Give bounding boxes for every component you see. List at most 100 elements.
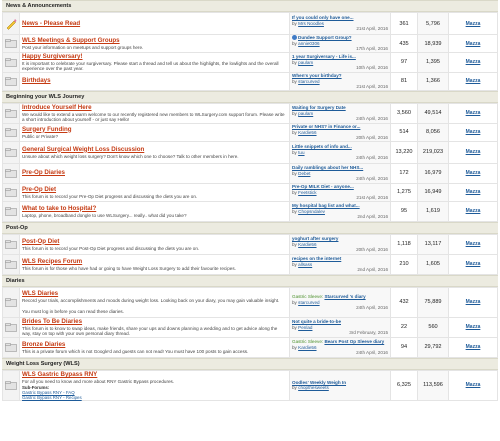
category-header[interactable]: Beginning your WLS Journey (2, 90, 498, 103)
moderator-link[interactable]: Mazza (448, 316, 498, 338)
last-post-title-link[interactable]: yoghurt after surgery (292, 236, 338, 241)
last-post: My hospital bag list and what... by Chops… (289, 200, 391, 222)
last-post-author-link[interactable]: starcurved (298, 79, 319, 84)
post-count: 29,792 (417, 336, 449, 358)
forum-title-link[interactable]: Happy Surgiversary! (22, 53, 287, 60)
forum-description: This forum is to know to swap ideas, mak… (22, 325, 278, 337)
moderator-link[interactable]: Mazza (448, 286, 498, 318)
last-post-author-link[interactable]: paulam (298, 60, 313, 65)
last-post-author-link[interactable]: Kardie56 (298, 130, 316, 135)
last-post-date: 3rd February, 2015 (349, 330, 388, 336)
forum-title-link[interactable]: WLS Recipes Forum (22, 258, 287, 265)
moderator-link[interactable]: Mazza (448, 102, 498, 124)
folder-icon (2, 52, 20, 73)
last-post-author-link[interactable]: Chopsndalev (298, 209, 325, 214)
last-post-author-link[interactable]: paulam (298, 111, 313, 116)
folder-icon (2, 233, 20, 255)
last-post-author-link[interactable]: Mrs Noodles (298, 21, 324, 26)
thread-prefix: Gastric Sleeve: (292, 293, 324, 299)
last-post-author-link[interactable]: Debet (298, 171, 310, 176)
last-post-author-link[interactable]: starcurved (298, 300, 319, 305)
last-post-author-link[interactable]: allsass (298, 262, 312, 267)
last-post-title-link[interactable]: My hospital bag list and what... (292, 203, 360, 208)
forum-info: WLS Gastric Bypass RNY For all you need t… (19, 369, 290, 401)
moderator-link[interactable]: Mazza (448, 253, 498, 275)
last-post-title-link[interactable]: Bears Post Op Sleeve diary (324, 339, 384, 344)
forum-title-link[interactable]: Brides To Be Diaries (22, 318, 287, 325)
forum-title-link[interactable]: Bronze Diaries (22, 341, 287, 348)
last-post-title-link[interactable]: Not quite a bride-to-be (292, 319, 341, 324)
moderator-link[interactable]: Mazza (448, 369, 498, 401)
category-header[interactable]: Weight Loss Surgery (WLS) (2, 357, 498, 370)
forum-info: Brides To Be Diaries This forum is to kno… (19, 316, 290, 338)
forum-title-link[interactable]: What to take to Hospital? (22, 205, 287, 212)
moderator-link[interactable]: Mazza (448, 233, 498, 255)
forum-title-link[interactable]: Pre-Op Diet (22, 186, 287, 193)
last-post-author-link[interactable]: chopthesweets (298, 385, 329, 390)
moderator-link[interactable]: Mazza (448, 200, 498, 222)
folder-icon (5, 169, 17, 178)
thread-count: 172 (390, 162, 418, 184)
post-count: 219,023 (417, 140, 449, 164)
moderator-link[interactable]: Mazza (448, 34, 498, 53)
last-post-author-link[interactable]: Kardie56 (298, 345, 316, 350)
last-post-title-link[interactable]: Starcurved 's diary (324, 294, 365, 299)
last-post-title-link[interactable]: Private or NHS? in Finance or... (292, 124, 360, 129)
last-post-title-link[interactable]: Waiting for Surgery Date (292, 105, 346, 110)
last-post-title-link[interactable]: Little snippets of info and... (292, 144, 352, 149)
last-post-author-link[interactable]: Penlad (298, 325, 312, 330)
forum-title-link[interactable]: Surgery Funding (22, 126, 287, 133)
last-post-title-link[interactable]: Dundee Support Group? (298, 35, 352, 40)
forum-title-link[interactable]: WLS Diaries (22, 290, 287, 297)
last-post-title-link[interactable]: 1 year Surgiversary - Life is... (292, 54, 356, 59)
category-header[interactable]: News & Announcements (2, 0, 498, 12)
forum-description: Laptop, phone, broadband dongle to use W… (22, 212, 187, 218)
last-post-author-link[interactable]: Kardie56 (298, 242, 316, 247)
folder-icon (2, 316, 20, 338)
folder-icon (5, 381, 17, 390)
last-post-author-link[interactable]: tuu (298, 150, 304, 155)
moderator-link[interactable]: Mazza (448, 52, 498, 73)
last-post-title-link[interactable]: Oodles' Weekly Weigh In (292, 380, 346, 385)
last-post-title-link[interactable]: When's your birthday? (292, 73, 342, 78)
moderator-link[interactable]: Mazza (448, 182, 498, 202)
last-post-title-link[interactable]: Pre-Op MILK Diet - anyone... (292, 184, 354, 189)
folder-icon (5, 128, 17, 137)
subforum-link[interactable]: Gastric Bypass RNY - Recipes (22, 395, 82, 400)
thread-count: 13,220 (390, 140, 418, 164)
last-post: Little snippets of info and... by tuu 24th… (289, 140, 391, 164)
last-post-author-link[interactable]: annie0306 (298, 41, 319, 46)
folder-icon (5, 58, 17, 67)
forum-title-link[interactable]: WLS Meetings & Support Groups (22, 37, 287, 44)
forum-description: We would like to extend a warm welcome t… (22, 111, 285, 123)
forum-title-link[interactable]: Introduce Yourself Here (22, 104, 287, 111)
moderator-link[interactable]: Mazza (448, 336, 498, 358)
moderator-link[interactable]: Mazza (448, 140, 498, 164)
forum-info: Pre-Op Diet This forum is to record your … (19, 182, 290, 202)
last-post-title-link[interactable]: recipes on the internet (292, 256, 341, 261)
forum-row: Brides To Be Diaries This forum is to kno… (2, 316, 498, 338)
forum-title-link[interactable]: Post-Op Diet (22, 238, 287, 245)
last-post: yoghurt after surgery by Kardie56 20th Apr… (289, 233, 391, 255)
last-post-date: 24th April, 2016 (356, 116, 388, 122)
forum-row: Introduce Yourself Here We would like to … (2, 102, 498, 124)
forum-title-link[interactable]: Pre-Op Diaries (22, 169, 287, 176)
forum-title-link[interactable]: Birthdays (22, 77, 287, 84)
forum-table: WLS Gastric Bypass RNY For all you need t… (2, 369, 498, 401)
moderator-link[interactable]: Mazza (448, 71, 498, 91)
moderator-link[interactable]: Mazza (448, 12, 498, 35)
category-header[interactable]: Diaries (2, 274, 498, 287)
moderator-link[interactable]: Mazza (448, 162, 498, 184)
last-post-title-link[interactable]: Daily ramblings about her NHS... (292, 165, 363, 170)
forum-title-link[interactable]: General Surgical Weight Loss Discussion (22, 146, 287, 153)
last-post-author-link[interactable]: Feetstick (298, 190, 316, 195)
last-post-date: 24th April, 2016 (356, 155, 388, 161)
folder-icon (5, 343, 17, 352)
forum-title-link[interactable]: News - Please Read (22, 20, 287, 27)
folder-icon (2, 182, 20, 202)
category-header[interactable]: Post-Op (2, 221, 498, 234)
moderator-link[interactable]: Mazza (448, 122, 498, 142)
thread-count: 3,560 (390, 102, 418, 124)
forum-title-link[interactable]: WLS Gastric Bypass RNY (22, 371, 287, 378)
last-post-title-link[interactable]: If you could only have one... (292, 15, 354, 20)
